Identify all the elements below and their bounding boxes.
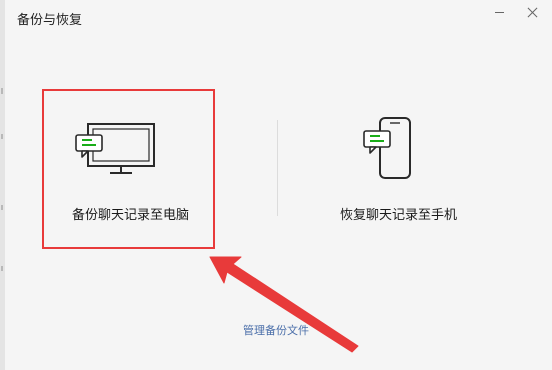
left-edge-strip <box>0 0 5 370</box>
minimize-button[interactable] <box>487 0 511 24</box>
restore-option-label: 恢复聊天记录至手机 <box>339 208 457 223</box>
manage-backup-files-link[interactable]: 管理备份文件 <box>0 322 552 338</box>
restore-to-phone-option[interactable]: 恢复聊天记录至手机 <box>310 90 487 252</box>
left-edge-mark <box>1 205 3 210</box>
left-edge-mark <box>1 266 3 271</box>
backup-restore-window: 备份与恢复 备份聊天记录至电脑 恢复聊天记录至手机 管理备份文件 <box>0 0 552 370</box>
left-edge-mark <box>1 88 3 94</box>
annotation-highlight-box <box>42 89 215 249</box>
window-title: 备份与恢复 <box>17 13 83 28</box>
options-divider <box>277 120 278 216</box>
phone-with-chat-icon <box>360 114 420 186</box>
minimize-icon <box>494 11 504 13</box>
close-icon <box>527 7 538 18</box>
close-button[interactable] <box>520 0 544 24</box>
left-edge-mark <box>1 134 3 139</box>
